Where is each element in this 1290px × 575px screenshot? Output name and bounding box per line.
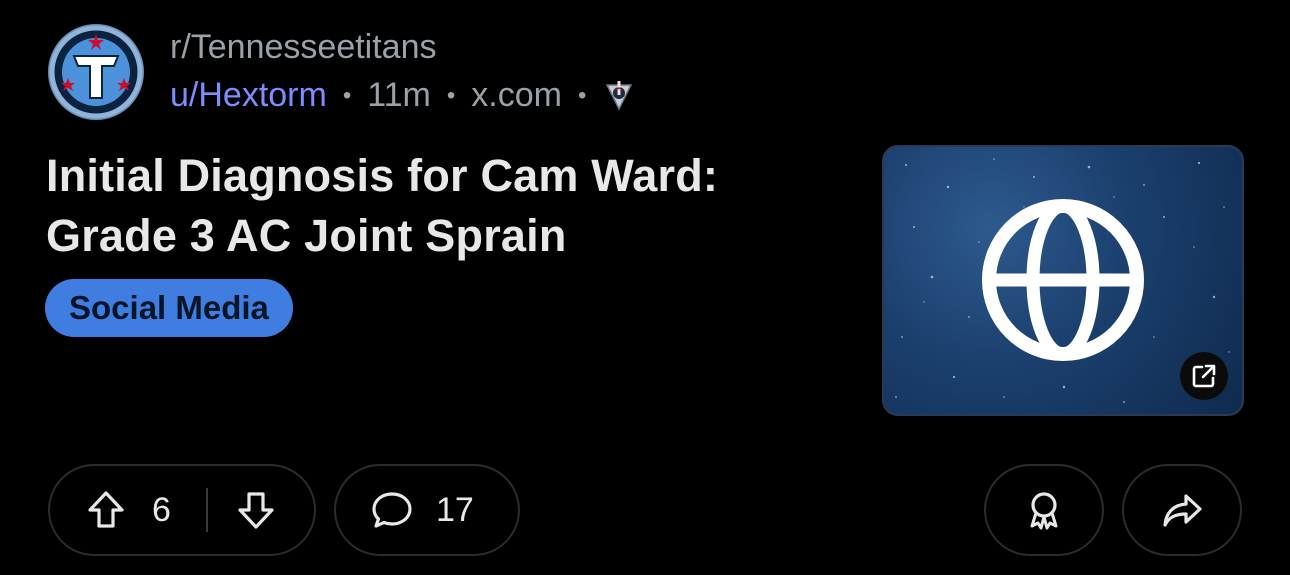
award-button[interactable] — [984, 464, 1104, 556]
arrow-up-icon[interactable] — [84, 488, 128, 532]
external-link-button[interactable] — [1180, 352, 1228, 400]
share-arrow-icon — [1163, 494, 1202, 527]
upvote-count: 6 — [152, 490, 171, 529]
comments-button[interactable]: 17 — [334, 464, 520, 556]
subreddit-avatar[interactable] — [48, 24, 144, 120]
link-thumbnail[interactable] — [882, 145, 1244, 416]
meta-separator: • — [342, 81, 352, 109]
vote-divider — [206, 488, 208, 532]
post-age: 11m — [367, 76, 431, 114]
titans-sword-icon — [602, 79, 636, 113]
titans-logo-icon — [49, 25, 143, 119]
post-title[interactable]: Initial Diagnosis for Cam Ward: Grade 3 … — [46, 146, 836, 266]
award-ribbon-icon — [1030, 492, 1058, 530]
arrow-down-icon[interactable] — [234, 488, 278, 532]
meta-separator: • — [446, 81, 456, 109]
share-button[interactable] — [1122, 464, 1242, 556]
flair-tag[interactable]: Social Media — [45, 279, 293, 337]
vote-control: 6 — [48, 464, 316, 556]
speech-bubble-icon — [372, 492, 412, 528]
meta-separator: • — [577, 81, 587, 109]
post-domain[interactable]: x.com — [471, 76, 562, 115]
comment-count: 17 — [436, 490, 474, 529]
globe-icon — [982, 199, 1144, 361]
external-link-icon — [1192, 364, 1216, 388]
post-meta: u/Hextorm • 11m • x.com • — [170, 76, 636, 115]
subreddit-name[interactable]: r/Tennesseetitans — [170, 28, 437, 67]
author-link[interactable]: u/Hextorm — [170, 76, 327, 115]
